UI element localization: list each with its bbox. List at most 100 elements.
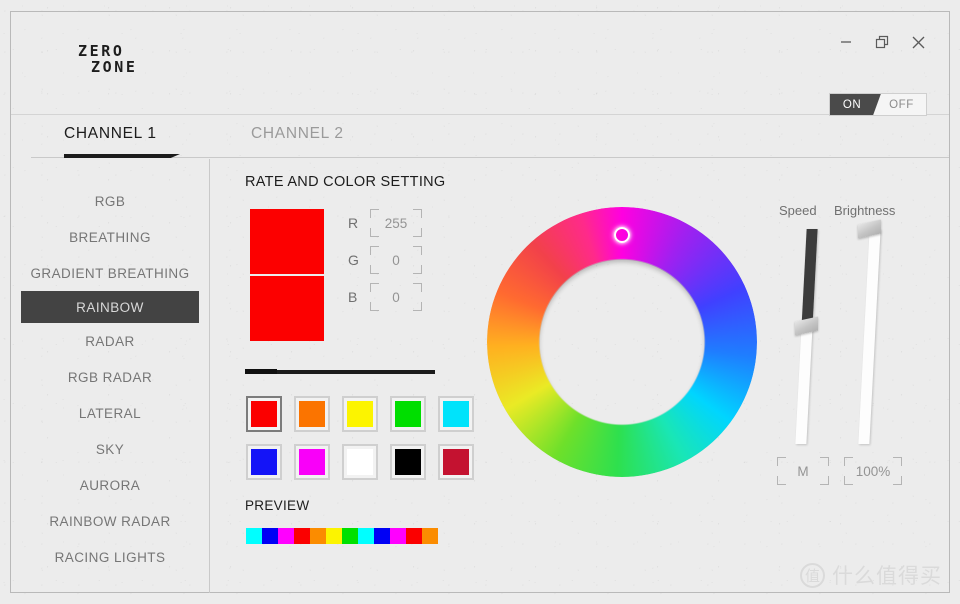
rgb-row-g: G0 (348, 242, 422, 278)
sidebar-item-label: RADAR (85, 333, 135, 349)
power-toggle[interactable]: ON OFF (829, 93, 927, 116)
sidebar-item-sky[interactable]: SKY (11, 431, 209, 467)
rgb-value-g: 0 (392, 252, 400, 268)
rate-and-color-setting-title: RATE AND COLOR SETTING (245, 174, 446, 190)
brightness-value-box[interactable]: 100% (844, 457, 902, 485)
power-toggle-on[interactable]: ON (830, 94, 881, 115)
current-color-preview (250, 209, 324, 341)
color-swatch[interactable] (342, 396, 378, 432)
sidebar-item-label: RGB (94, 193, 126, 209)
restore-button[interactable] (869, 29, 895, 55)
color-wheel-ring[interactable] (487, 207, 757, 477)
rgb-input-g[interactable]: 0 (370, 246, 422, 274)
speed-value-text: M (797, 463, 809, 479)
preview-strip-segment (310, 528, 326, 544)
speed-slider-label: Speed (779, 203, 817, 218)
rgb-row-b: B0 (348, 279, 422, 315)
color-swatch-chip (443, 449, 469, 475)
minimize-button[interactable] (833, 29, 859, 55)
rate-slider-handle[interactable] (245, 369, 277, 374)
sidebar-item-label: BREATHING (69, 229, 151, 245)
color-wheel[interactable] (487, 207, 757, 477)
color-swatch[interactable] (438, 396, 474, 432)
brightness-value-text: 100% (855, 463, 891, 479)
sidebar-item-label: RAINBOW (76, 299, 144, 315)
preview-title: PREVIEW (245, 498, 310, 513)
current-color-preview-bottom (250, 276, 324, 341)
preview-strip-segment (278, 528, 294, 544)
preview-strip-segment (294, 528, 310, 544)
watermark-text: 什么值得买 (832, 564, 942, 588)
tab-active-indicator (64, 154, 180, 158)
color-swatch[interactable] (342, 444, 378, 480)
preview-strip-segment (406, 528, 422, 544)
current-color-preview-top (250, 209, 324, 274)
tab-channel-1[interactable]: CHANNEL 1 (64, 125, 157, 143)
rgb-input-r[interactable]: 255 (370, 209, 422, 237)
effect-sidebar: RGB BREATHING GRADIENT BREATHING RAINBOW RAD… (11, 159, 210, 593)
rate-slider[interactable] (245, 369, 435, 374)
rgb-value-b: 0 (392, 289, 400, 305)
sidebar-item-racing-lights[interactable]: RACING LIGHTS (11, 539, 209, 575)
brightness-value-field[interactable]: 100% (844, 457, 902, 485)
minimize-icon (839, 35, 853, 49)
sidebar-item-breathing[interactable]: BREATHING (11, 219, 209, 255)
color-swatch-chip (299, 401, 325, 427)
sidebar-item-radar[interactable]: RADAR (11, 323, 209, 359)
speed-value-field[interactable]: M (777, 457, 829, 485)
sidebar-item-label: RGB RADAR (67, 369, 153, 385)
close-icon (911, 35, 926, 50)
rgb-label-r: R (348, 215, 359, 231)
sidebar-item-label: AURORA (79, 477, 141, 493)
color-swatch[interactable] (390, 396, 426, 432)
rgb-row-r: R 255 (348, 205, 422, 241)
close-button[interactable] (905, 29, 931, 55)
sidebar-item-label: SKY (95, 441, 125, 457)
title-bar: ZERO ZONE ON OFF (11, 12, 949, 116)
sidebar-item-gradient-breathing[interactable]: GRADIENT BREATHING (11, 255, 209, 291)
color-wheel-selector-knob[interactable] (614, 227, 630, 243)
color-swatch-chip (443, 401, 469, 427)
preview-strip-segment (326, 528, 342, 544)
color-swatch[interactable] (246, 444, 282, 480)
sidebar-item-label: GRADIENT BREATHING (30, 265, 190, 281)
channel-tabs: CHANNEL 1 CHANNEL 2 (11, 116, 949, 158)
color-swatch[interactable] (294, 444, 330, 480)
color-swatch[interactable] (294, 396, 330, 432)
sidebar-item-rainbow[interactable]: RAINBOW (21, 291, 199, 323)
power-toggle-on-label: ON (842, 98, 862, 111)
color-swatch-chip (347, 401, 373, 427)
sidebar-item-aurora[interactable]: AURORA (11, 467, 209, 503)
rgb-value-fields: R 255 G 0 B 0 (348, 205, 422, 316)
sidebar-item-rainbow-radar[interactable]: RAINBOW RADAR (11, 503, 209, 539)
power-toggle-off-label: OFF (889, 98, 914, 111)
tab-channel-2[interactable]: CHANNEL 2 (251, 125, 344, 143)
color-swatch-chip (251, 449, 277, 475)
app-window: ZERO ZONE ON OFF CHANNEL 1 CHANNEL 2 RGB… (0, 0, 960, 604)
sidebar-item-label: RAINBOW RADAR (49, 513, 171, 529)
color-swatch[interactable] (438, 444, 474, 480)
brightness-slider-label: Brightness (834, 203, 896, 218)
restore-icon (875, 35, 890, 50)
preview-strip-segment (390, 528, 406, 544)
logo-line-2: ZONE (91, 57, 138, 76)
color-swatch[interactable] (246, 396, 282, 432)
sidebar-item-lateral[interactable]: LATERAL (11, 395, 209, 431)
color-swatch-chip (299, 449, 325, 475)
preview-strip-segment (342, 528, 358, 544)
preview-strip-segment (262, 528, 278, 544)
color-swatch[interactable] (390, 444, 426, 480)
watermark: 值 什么值得买 (800, 560, 942, 590)
sidebar-item-rgb[interactable]: RGB (11, 183, 209, 219)
app-logo: ZERO ZONE (78, 43, 138, 76)
power-toggle-off[interactable]: OFF (877, 94, 926, 115)
sidebar-item-rgb-radar[interactable]: RGB RADAR (11, 359, 209, 395)
sidebar-item-label: LATERAL (78, 405, 142, 421)
color-swatch-palette (246, 396, 478, 484)
preview-strip-segment (374, 528, 390, 544)
effect-preview-strip (246, 528, 438, 544)
preview-strip-segment (422, 528, 438, 544)
speed-value-box[interactable]: M (777, 457, 829, 485)
rgb-input-b[interactable]: 0 (370, 283, 422, 311)
color-swatch-chip (395, 401, 421, 427)
